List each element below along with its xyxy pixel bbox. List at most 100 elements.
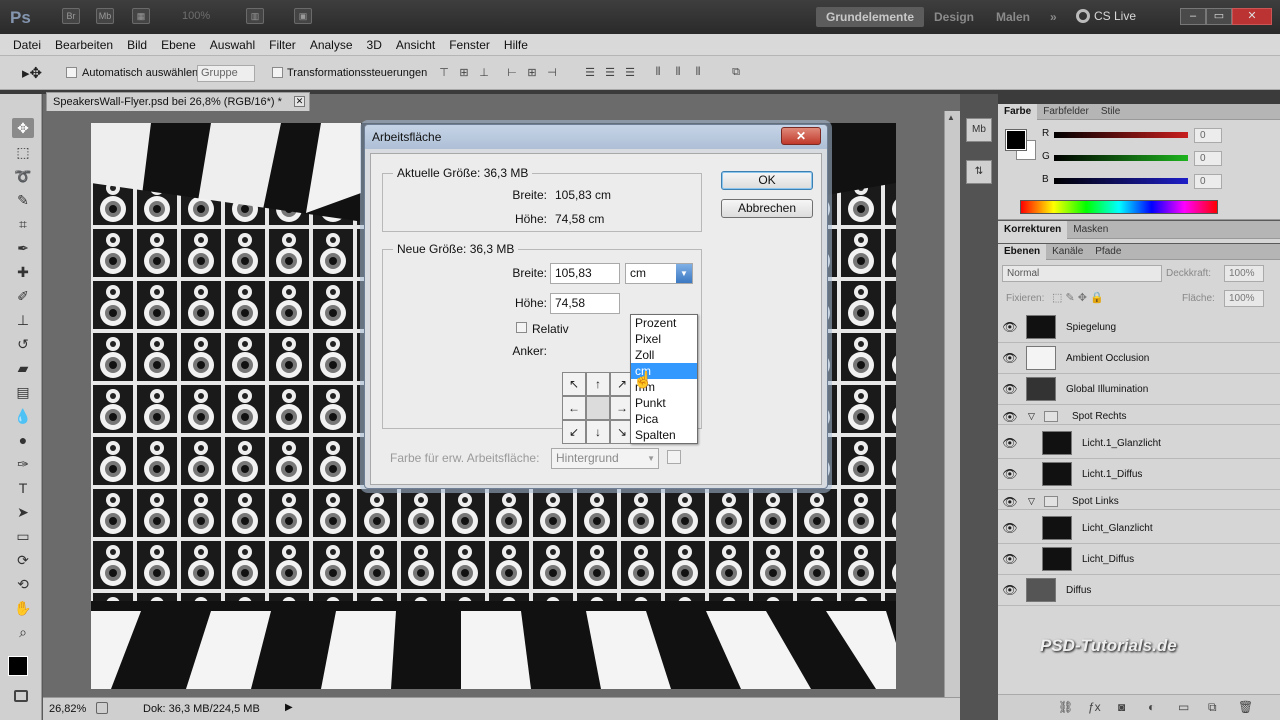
layer-row[interactable]: 👁 Licht.1_Diffus: [998, 459, 1280, 490]
history-brush-tool-icon[interactable]: ↺: [12, 334, 34, 354]
quick-selection-tool-icon[interactable]: ✎: [12, 190, 34, 210]
align-left-icon[interactable]: ⊢: [504, 66, 520, 80]
eraser-tool-icon[interactable]: ▰: [12, 358, 34, 378]
distribute-left-icon[interactable]: ⫴: [650, 66, 666, 80]
layer-row[interactable]: 👁 Licht.1_Glanzlicht: [998, 428, 1280, 459]
relative-checkbox[interactable]: [516, 322, 527, 336]
align-right-icon[interactable]: ⊣: [544, 66, 560, 80]
layer-group-row[interactable]: 👁 ▽ Spot Rechts: [998, 409, 1280, 425]
move-tool-icon[interactable]: ✥: [12, 118, 34, 138]
trash-icon[interactable]: 🗑: [1238, 700, 1253, 714]
anchor-s-icon[interactable]: ↓: [586, 420, 610, 444]
eye-icon[interactable]: 👁: [1002, 467, 1018, 481]
unit-option-prozent[interactable]: Prozent: [631, 315, 697, 331]
unit-option-zoll[interactable]: Zoll: [631, 347, 697, 363]
transform-controls-checkbox[interactable]: [272, 67, 283, 81]
chevron-down-icon[interactable]: ▼: [676, 264, 692, 283]
add-mask-icon[interactable]: ◙: [1118, 700, 1125, 714]
blue-value[interactable]: 0: [1194, 174, 1222, 189]
minimize-button[interactable]: –: [1180, 8, 1206, 25]
eye-icon[interactable]: 👁: [1002, 410, 1018, 424]
blue-slider[interactable]: [1054, 178, 1188, 184]
tab-farbe[interactable]: Farbe: [998, 104, 1038, 120]
foreground-color-swatch[interactable]: [8, 656, 28, 676]
unit-option-punkt[interactable]: Punkt: [631, 395, 697, 411]
pen-tool-icon[interactable]: ✑: [12, 454, 34, 474]
layer-row[interactable]: 👁 Licht_Glanzlicht: [998, 513, 1280, 544]
ok-button[interactable]: OK: [721, 171, 813, 190]
adjustment-layer-icon[interactable]: ◐: [1148, 700, 1155, 714]
distribute-right-icon[interactable]: ⫴: [690, 66, 706, 80]
eye-icon[interactable]: 👁: [1002, 382, 1018, 396]
distribute-bottom-icon[interactable]: ☰: [622, 66, 638, 80]
menu-filter[interactable]: Filter: [262, 38, 303, 52]
menu-fenster[interactable]: Fenster: [442, 38, 497, 52]
color-spectrum-bar[interactable]: [1020, 200, 1218, 214]
gradient-tool-icon[interactable]: ▤: [12, 382, 34, 402]
distribute-vcenter-icon[interactable]: ☰: [602, 66, 618, 80]
align-top-icon[interactable]: ⊤: [436, 66, 452, 80]
anchor-sw-icon[interactable]: ↙: [562, 420, 586, 444]
close-window-button[interactable]: ✕: [1232, 8, 1272, 25]
zoom-readout[interactable]: 26,82%: [49, 703, 86, 715]
green-slider[interactable]: [1054, 155, 1188, 161]
crop-tool-icon[interactable]: ⌗: [12, 214, 34, 234]
anchor-nw-icon[interactable]: ↖: [562, 372, 586, 396]
tab-ebenen[interactable]: Ebenen: [998, 244, 1047, 260]
layer-row[interactable]: 👁 Ambient Occlusion: [998, 343, 1280, 374]
3d-orbit-tool-icon[interactable]: ⟲: [12, 574, 34, 594]
zoom-tool-icon[interactable]: ⌕: [12, 622, 34, 642]
healing-brush-tool-icon[interactable]: ✚: [12, 262, 34, 282]
bg-color-swatch[interactable]: [667, 450, 681, 464]
view-extras-icon[interactable]: ▦: [132, 8, 150, 24]
history-panel-icon[interactable]: ⇅: [966, 160, 992, 184]
anchor-center[interactable]: [586, 396, 610, 420]
blend-mode-dropdown[interactable]: Normal: [1002, 265, 1162, 282]
cancel-button[interactable]: Abbrechen: [721, 199, 813, 218]
marquee-tool-icon[interactable]: ⬚: [12, 142, 34, 162]
menu-auswahl[interactable]: Auswahl: [203, 38, 262, 52]
quick-mask-icon[interactable]: [14, 690, 28, 702]
status-menu-icon[interactable]: ▶: [285, 702, 293, 713]
more-workspaces-icon[interactable]: »: [1040, 7, 1067, 27]
layer-group-row[interactable]: 👁 ▽ Spot Links: [998, 494, 1280, 510]
menu-bearbeiten[interactable]: Bearbeiten: [48, 38, 120, 52]
menu-bild[interactable]: Bild: [120, 38, 154, 52]
unit-option-spalten[interactable]: Spalten: [631, 427, 697, 443]
auto-align-layers-icon[interactable]: ⧉: [728, 66, 744, 80]
distribute-hcenter-icon[interactable]: ⫴: [670, 66, 686, 80]
mini-bridge-panel-icon[interactable]: Mb: [966, 118, 992, 142]
tab-korrekturen[interactable]: Korrekturen: [998, 221, 1068, 239]
layer-style-icon[interactable]: ƒx: [1088, 700, 1101, 714]
align-bottom-icon[interactable]: ⊥: [476, 66, 492, 80]
eye-icon[interactable]: 👁: [1002, 320, 1018, 334]
green-value[interactable]: 0: [1194, 151, 1222, 166]
move-tool-preset-icon[interactable]: ▸✥: [22, 64, 42, 82]
height-input[interactable]: 74,58: [550, 293, 620, 314]
align-hcenter-icon[interactable]: ⊞: [524, 66, 540, 80]
eye-icon[interactable]: 👁: [1002, 583, 1018, 597]
layer-row[interactable]: 👁 Global Illumination: [998, 374, 1280, 405]
lasso-tool-icon[interactable]: ➰: [12, 166, 34, 186]
layer-row[interactable]: 👁 Licht_Diffus: [998, 544, 1280, 575]
bg-color-select[interactable]: Hintergrund ▼: [551, 448, 659, 469]
workspace-malen[interactable]: Malen: [986, 7, 1040, 27]
eyedropper-tool-icon[interactable]: ✒: [12, 238, 34, 258]
mini-bridge-icon[interactable]: Mb: [96, 8, 114, 24]
eye-icon[interactable]: 👁: [1002, 552, 1018, 566]
hand-tool-icon[interactable]: ✋: [12, 598, 34, 618]
brush-tool-icon[interactable]: ✐: [12, 286, 34, 306]
3d-rotate-tool-icon[interactable]: ⟳: [12, 550, 34, 570]
menu-datei[interactable]: Datei: [6, 38, 48, 52]
anchor-w-icon[interactable]: ←: [562, 396, 586, 420]
menu-ansicht[interactable]: Ansicht: [389, 38, 442, 52]
eye-icon[interactable]: 👁: [1002, 495, 1018, 509]
workspace-grundelemente[interactable]: Grundelemente: [816, 7, 925, 27]
eye-icon[interactable]: 👁: [1002, 436, 1018, 450]
menu-analyse[interactable]: Analyse: [303, 38, 360, 52]
unit-option-pixel[interactable]: Pixel: [631, 331, 697, 347]
share-document-icon[interactable]: [96, 702, 108, 714]
menu-3d[interactable]: 3D: [360, 38, 389, 52]
screen-mode-icon[interactable]: ▣: [294, 8, 312, 24]
arrange-documents-icon[interactable]: ▥: [246, 8, 264, 24]
